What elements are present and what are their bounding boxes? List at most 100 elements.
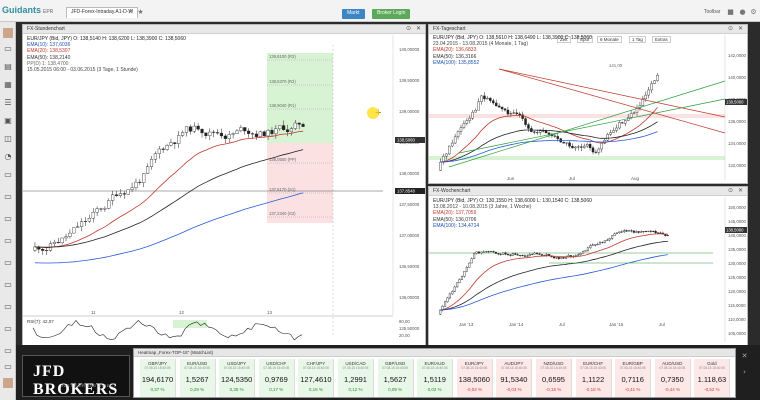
weekly-candle	[577, 254, 580, 256]
weekly-candle	[477, 251, 480, 254]
monitor-icon[interactable]: ▭	[3, 44, 13, 54]
watchlist-close-icon[interactable]: ✕	[740, 352, 749, 361]
weekly-candle	[446, 297, 449, 303]
desktop-icon-2[interactable]: ▭	[3, 214, 13, 224]
tile-change: 0,02 %	[427, 387, 442, 392]
settings-icon[interactable]: ⚙	[749, 8, 758, 17]
tile-price: 138,5060	[458, 375, 490, 384]
weekly-candle	[543, 254, 546, 256]
weekly-ema20-line	[440, 233, 668, 311]
watchlist-tile[interactable]: AUD/USD 07.08.15 15:40:05 0,7350 -0,44 %	[654, 359, 691, 397]
weekly-candle	[463, 271, 466, 277]
desktop-icon-7[interactable]: ▭	[3, 324, 13, 334]
hourly-candle	[157, 148, 161, 154]
desktop-icon-6[interactable]: ▭	[3, 302, 13, 312]
y-axis-label: 136,00000	[399, 295, 420, 300]
daily-candle	[571, 145, 574, 149]
watchlist-tile[interactable]: NZD/USD 07.08.15 15:40:05 0,6595 -0,15 %	[536, 359, 572, 397]
weekly-candle	[528, 254, 531, 257]
watchlist-tile[interactable]: EUR/USD 07.08.15 15:40:05 1,5267 0,29 %	[179, 359, 216, 397]
watchlist-tile[interactable]: USD/CHF 07.08.15 15:40:05 0,9769 0,17 %	[258, 359, 295, 397]
desktop-icon-3[interactable]: ▭	[3, 236, 13, 246]
daily-candle	[541, 130, 545, 132]
flag-icon[interactable]: ■	[726, 8, 735, 17]
market-button[interactable]: Markt	[342, 9, 365, 19]
hourly-candle	[130, 187, 134, 190]
watchlist-tile[interactable]: EUR/AUD 07.08.15 15:40:05 1,5119 0,02 %	[417, 359, 454, 397]
weekly-candle	[555, 257, 558, 259]
hourly-candle	[142, 173, 146, 183]
daily-candle	[500, 106, 504, 110]
weekly-candle	[511, 253, 514, 256]
guidants-logo[interactable]: Guidants EPR	[2, 5, 53, 15]
watchlist-tile[interactable]: EUR/GBP 07.08.15 15:40:05 0,7116 -0,41 %	[615, 359, 652, 397]
watchlist-tile[interactable]: GBP/USD 07.08.15 15:40:05 1,5627 0,09 %	[377, 359, 414, 397]
toolbar-menu[interactable]: Toolbar	[704, 9, 720, 15]
tile-price: 127,4610	[300, 375, 332, 384]
broker-login-button[interactable]: Broker Login	[372, 9, 411, 19]
desktop-icon-9[interactable]: ▭	[3, 362, 13, 372]
tile-price: 1,5119	[423, 375, 446, 384]
jfd-brokers-logo[interactable]: JFD BROKERS JUST FAIR AND DIRECT	[22, 355, 130, 398]
daily-chart-canvas[interactable]: 142,0000140,0000138,0000136,0000134,0000…	[429, 25, 748, 184]
tile-price: 1,2991	[344, 375, 367, 384]
y-axis-label: 136,0000	[728, 119, 747, 124]
watchlist-tile[interactable]: EUR/JPY 07.08.15 15:40:05 138,5060 -0,04 %	[456, 359, 493, 397]
weekly-candle	[596, 243, 599, 246]
watchlist-tile[interactable]: GBP/JPY 07.08.15 15:40:05 194,6170 0,37 %	[140, 359, 176, 397]
desktop-icon-5[interactable]: ▭	[3, 280, 13, 290]
daily-candle	[585, 143, 589, 147]
y-axis-label: 139,00000	[399, 109, 420, 114]
weekly-candle	[618, 231, 621, 234]
tile-timestamp: 07.08.15 15:40:05	[421, 366, 448, 370]
grid-icon[interactable]: ▦	[3, 80, 13, 90]
tile-timestamp: 07.08.15 15:40:05	[659, 366, 686, 370]
desktop-icon-4[interactable]: ▭	[3, 258, 13, 268]
watchlist-tile[interactable]: AUD/JPY 07.08.15 15:40:05 91,5340 -0,03 %	[496, 359, 533, 397]
close-tab-icon[interactable]: ✕	[126, 8, 135, 17]
weekly-candle	[523, 255, 526, 257]
weekly-candle	[497, 253, 500, 255]
user-icon[interactable]: ●	[738, 8, 747, 17]
daily-candle	[468, 118, 472, 121]
tile-change: -0,41 %	[624, 387, 641, 392]
daily-candle	[650, 83, 653, 91]
avatar-icon[interactable]	[3, 28, 13, 38]
gauge-icon[interactable]: ◔	[3, 152, 13, 162]
window-icon[interactable]: ▭	[3, 170, 13, 180]
layers-icon[interactable]: ◫	[3, 134, 13, 144]
x-axis-label: 11	[91, 310, 96, 315]
daily-candle	[538, 130, 542, 133]
x-axis-label: 12	[179, 310, 185, 315]
weekly-chart-canvas[interactable]: 150,0000 145,0000 140,0000 135,0000 130,0000…	[429, 187, 748, 346]
weekly-candle	[582, 251, 585, 254]
add-tab-icon[interactable]: ★	[136, 8, 145, 17]
desktop-icon-8[interactable]: ▭	[3, 346, 13, 356]
daily-candle	[453, 136, 457, 144]
chart-icon[interactable]: ▤	[3, 62, 13, 72]
weekly-candle	[480, 251, 483, 254]
watchlist-tile[interactable]: CHF/JPY 07.08.15 15:40:05 127,4610 0,15 %	[298, 359, 335, 397]
hourly-candle	[285, 129, 290, 132]
briefcase-icon[interactable]: ▣	[3, 116, 13, 126]
weekly-candle	[623, 230, 626, 232]
weekly-candle	[439, 309, 442, 315]
tile-price: 0,9769	[264, 375, 288, 384]
daily-chart-panel: FX-Tageschart ⊙ ✕ Zeit Spur 6 Monate 1 Tag E…	[428, 24, 748, 184]
list-icon[interactable]: ☰	[3, 98, 13, 108]
daily-candle	[565, 142, 568, 144]
daily-price-tag: 138,5060	[726, 100, 744, 105]
daily-candle	[492, 100, 495, 104]
watchlist-tile[interactable]: EUR/CHF 07.08.15 15:40:05 1,1122 -0,18 %	[575, 359, 612, 397]
desktop-icon[interactable]: ▭	[3, 192, 13, 202]
hourly-candle	[56, 241, 60, 244]
hourly-chart-canvas[interactable]: 139,8100 (R3) 138,5370 (R2) 138,9040 (R1) 1…	[23, 25, 426, 346]
watchlist-tile[interactable]: USD/JPY 07.08.15 15:40:05 124,5350 0,35 %	[219, 359, 256, 397]
profile-icon[interactable]	[3, 378, 13, 388]
watchlist-next-icon[interactable]: ›	[740, 368, 749, 377]
watchlist-tile[interactable]: Gold 07.08.15 15:40:05 1.118,63 -0,52 %	[694, 359, 731, 397]
daily-candle	[629, 113, 633, 118]
hourly-candle	[134, 181, 138, 189]
watchlist-tile[interactable]: USD/CAD 07.08.15 15:40:05 1,2991 0,12 %	[338, 359, 374, 397]
brand-name: JFD BROKERS	[33, 363, 119, 398]
